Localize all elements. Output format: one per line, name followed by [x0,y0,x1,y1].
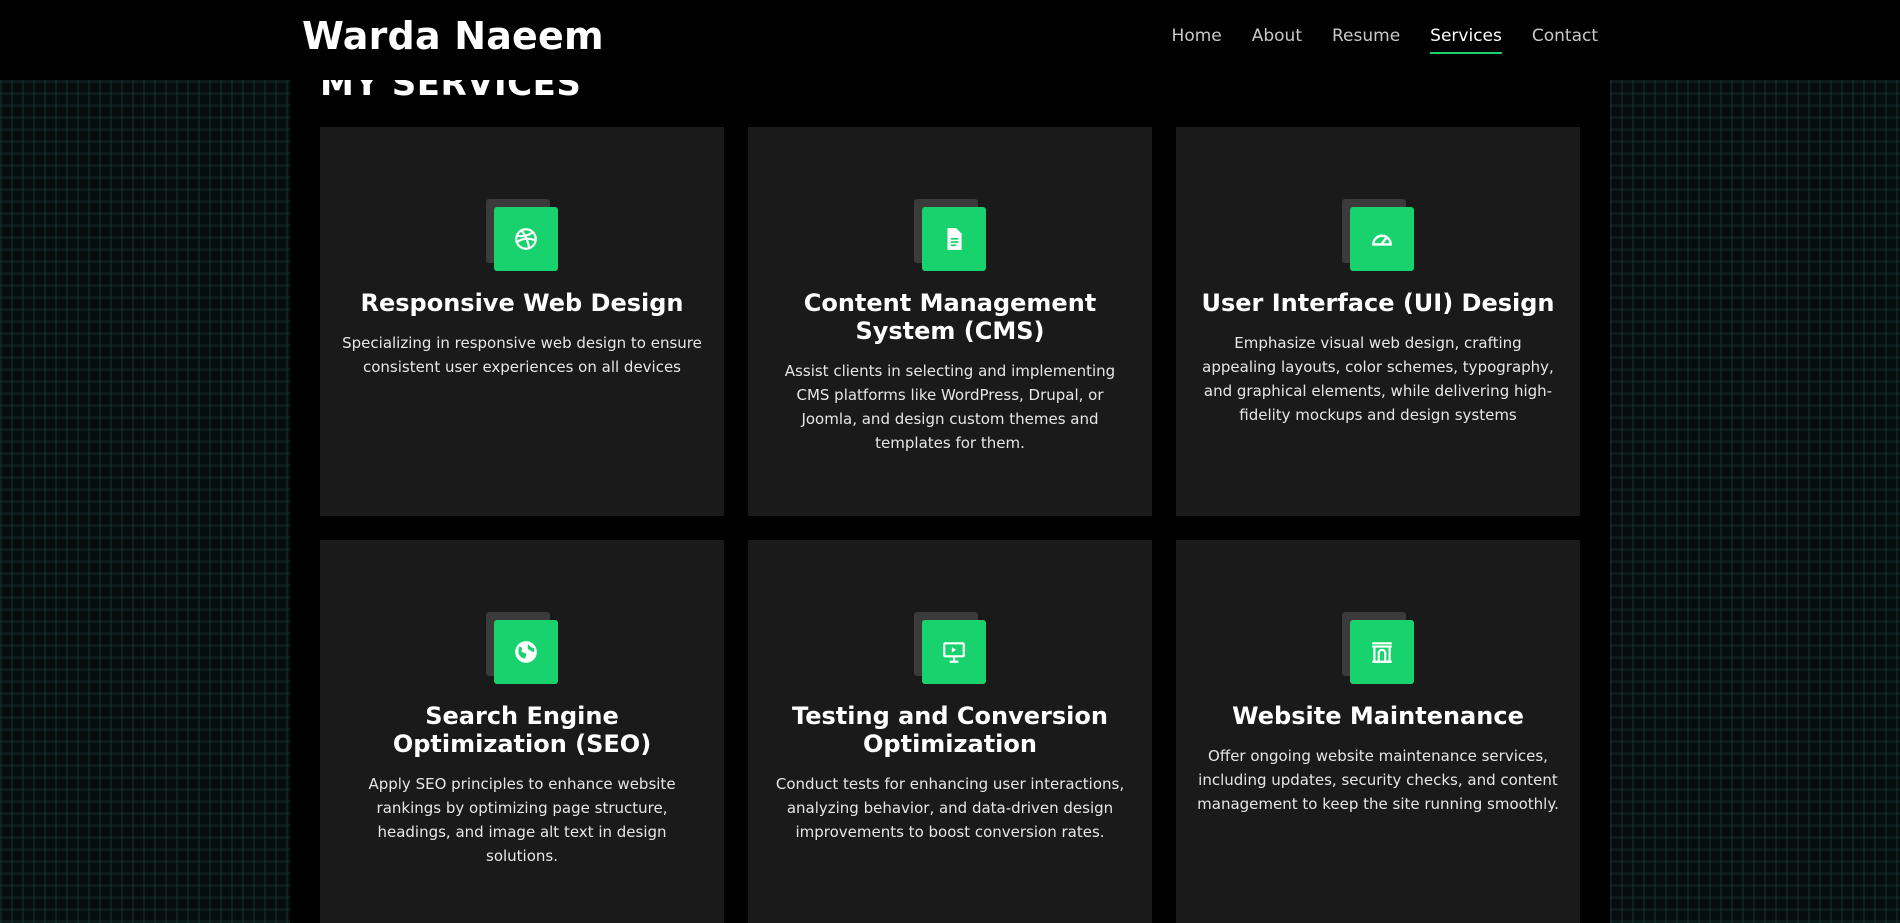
service-title: Responsive Web Design [360,289,684,317]
service-icon-wrap [486,612,558,684]
speedometer-icon [1350,207,1414,271]
service-card: Website Maintenance Offer ongoing websit… [1176,540,1580,923]
service-card: Responsive Web Design Specializing in re… [320,127,724,516]
service-title: Content Management System (CMS) [803,289,1097,345]
service-description: Apply SEO principles to enhance website … [368,775,676,865]
service-card: Search Engine Optimization (SEO) Apply S… [320,540,724,923]
matrix-background-right [1610,80,1900,923]
service-description: Specializing in responsive web design to… [342,334,702,376]
service-card: User Interface (UI) Design Emphasize vis… [1176,127,1580,516]
service-description: Assist clients in selecting and implemen… [784,362,1116,452]
service-icon-wrap [914,612,986,684]
file-text-icon [922,207,986,271]
nav-resume[interactable]: Resume [1332,26,1400,52]
nav-contact[interactable]: Contact [1532,26,1598,52]
services-grid: Responsive Web Design Specializing in re… [320,127,1580,923]
brand-logo[interactable]: Warda Naeem [302,14,604,58]
service-description: Offer ongoing website maintenance servic… [1197,747,1559,813]
service-title: Website Maintenance [1232,702,1524,730]
service-card: Testing and Conversion Optimization Cond… [748,540,1152,923]
dribbble-icon [494,207,558,271]
matrix-background-left [0,80,290,923]
service-description: Conduct tests for enhancing user interac… [775,775,1125,841]
service-icon-wrap [486,199,558,271]
service-title: Testing and Conversion Optimization [792,702,1108,758]
service-description: Emphasize visual web design, crafting ap… [1202,334,1554,424]
archway-icon [1350,620,1414,684]
presentation-icon [922,620,986,684]
service-icon-wrap [1342,199,1414,271]
service-icon-wrap [914,199,986,271]
service-title: User Interface (UI) Design [1201,289,1555,317]
service-title: Search Engine Optimization (SEO) [392,702,652,758]
nav-home[interactable]: Home [1172,26,1222,52]
globe-icon [494,620,558,684]
main-nav: Home About Resume Services Contact [1172,26,1598,54]
nav-about[interactable]: About [1252,26,1302,52]
nav-services[interactable]: Services [1430,26,1502,54]
site-header: Warda Naeem Home About Resume Services C… [0,0,1900,80]
service-icon-wrap [1342,612,1414,684]
service-card: Content Management System (CMS) Assist c… [748,127,1152,516]
